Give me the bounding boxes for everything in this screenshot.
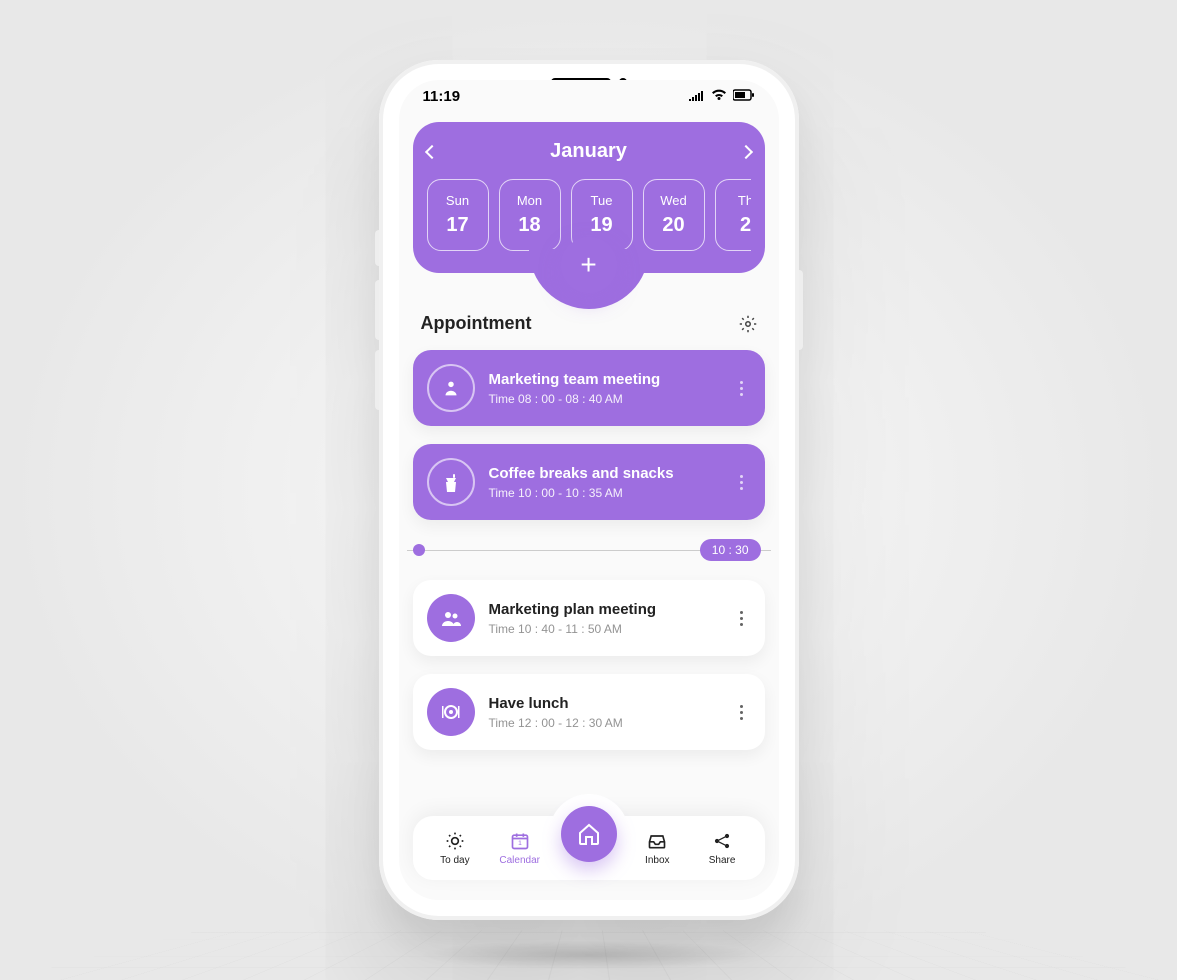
day-of-week: Th [738,193,751,208]
appointment-title: Coffee breaks and snacks [489,465,674,482]
more-options-button[interactable] [732,467,751,498]
day-cell-18[interactable]: Mon 18 [499,179,561,251]
battery-icon [733,88,755,105]
nav-to-day[interactable]: To day [425,831,485,866]
month-title: January [550,140,627,163]
day-of-week: Mon [517,193,542,208]
day-number: 2 [740,214,751,237]
day-of-week: Wed [660,193,687,208]
nav-label: To day [440,855,469,866]
more-options-button[interactable] [732,603,751,634]
status-icons [689,88,755,105]
screen: 11:19 January Sun17Mon18Tue19Wed20Th2 + … [399,80,779,900]
nav-label: Share [709,855,736,866]
coffee-icon [427,458,475,506]
home-button[interactable] [561,806,617,862]
day-of-week: Sun [446,193,469,208]
appointment-time: Time 12 : 00 - 12 : 30 AM [489,716,623,730]
plate-icon [427,688,475,736]
more-options-button[interactable] [732,697,751,728]
group-icon [427,594,475,642]
nav-share[interactable]: Share [692,831,752,866]
cal-icon: 1 [510,831,530,851]
settings-button[interactable] [739,315,757,333]
day-number: 20 [662,214,684,237]
appointment-card[interactable]: Have lunch Time 12 : 00 - 12 : 30 AM [413,674,765,750]
share-icon [712,831,732,851]
add-appointment-button[interactable]: + [561,237,617,293]
section-title: Appointment [421,313,532,334]
next-month-button[interactable] [738,144,752,158]
wifi-icon [711,88,727,105]
day-number: 17 [446,214,468,237]
sun-icon [445,831,465,851]
day-number: 18 [518,214,540,237]
bottom-nav: To day 1 Calendar Inbox Share [413,816,765,880]
status-bar: 11:19 [399,80,779,112]
status-time: 11:19 [423,88,461,105]
day-cell-20[interactable]: Wed 20 [643,179,705,251]
appointment-title: Marketing team meeting [489,371,661,388]
day-cell-17[interactable]: Sun 17 [427,179,489,251]
appointment-title: Marketing plan meeting [489,601,657,618]
appointment-card[interactable]: Marketing team meeting Time 08 : 00 - 08… [413,350,765,426]
calendar-header: January Sun17Mon18Tue19Wed20Th2 + [413,122,765,273]
inbox-icon [647,831,667,851]
appointment-card[interactable]: Coffee breaks and snacks Time 10 : 00 - … [413,444,765,520]
appointment-time: Time 10 : 40 - 11 : 50 AM [489,622,657,636]
appointment-time: Time 10 : 00 - 10 : 35 AM [489,486,674,500]
appointment-time: Time 08 : 00 - 08 : 40 AM [489,392,661,406]
day-number: 19 [590,214,612,237]
day-cell-2[interactable]: Th 2 [715,179,751,251]
nav-calendar[interactable]: 1 Calendar [490,831,550,866]
nav-label: Inbox [645,855,669,866]
appointment-title: Have lunch [489,695,623,712]
appointment-card[interactable]: Marketing plan meeting Time 10 : 40 - 11… [413,580,765,656]
signal-icon [689,88,705,105]
timeline-marker[interactable]: 10 : 30 [407,538,771,562]
phone-frame: 11:19 January Sun17Mon18Tue19Wed20Th2 + … [379,60,799,920]
person-icon [427,364,475,412]
day-of-week: Tue [591,193,613,208]
svg-text:1: 1 [518,840,522,847]
timeline-time: 10 : 30 [700,539,761,561]
prev-month-button[interactable] [424,144,438,158]
nav-label: Calendar [499,855,540,866]
nav-inbox[interactable]: Inbox [627,831,687,866]
more-options-button[interactable] [732,373,751,404]
